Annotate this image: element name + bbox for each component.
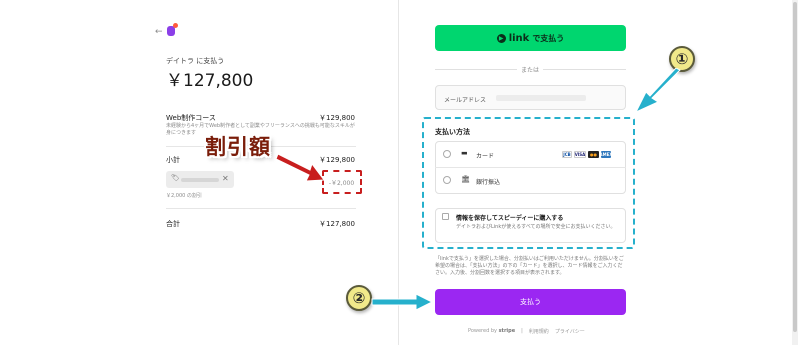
- subtotal-label: 小計: [166, 156, 180, 164]
- link-logo-icon: ▶: [496, 33, 506, 43]
- line-item-price: ￥129,800: [319, 114, 355, 122]
- pay-to-label: デイトラ に支払う: [166, 57, 225, 65]
- mastercard-logo-icon: ●●: [588, 151, 599, 158]
- back-arrow-icon[interactable]: ←: [155, 27, 163, 37]
- link-pay-button[interactable]: ▶ link で支払う: [435, 25, 626, 51]
- email-field[interactable]: メールアドレス: [435, 85, 626, 110]
- email-value-redacted: [496, 95, 586, 101]
- line-item-name: Web制作コース: [166, 114, 216, 122]
- scrollbar-thumb[interactable]: [793, 2, 797, 332]
- terms-link[interactable]: 利用規約: [529, 328, 549, 335]
- coupon-code-redacted: [181, 178, 219, 182]
- save-info-checkbox[interactable]: [442, 213, 449, 220]
- divider: [166, 208, 356, 209]
- cyan-arrow-icon: [634, 68, 681, 114]
- step-2-badge: ②: [346, 285, 372, 311]
- tag-icon: 🏷: [171, 174, 180, 182]
- save-info-title: 情報を保存してスピーディーに購入する: [456, 215, 564, 222]
- powered-by-label: Powered by stripe: [468, 328, 516, 334]
- total-price: ￥127,800: [319, 220, 355, 228]
- bank-icon: 🏛: [461, 175, 470, 183]
- bank-radio[interactable]: [443, 176, 451, 184]
- card-icon: ▬: [461, 149, 468, 157]
- link-pay-label: で支払う: [532, 33, 565, 43]
- email-label: メールアドレス: [444, 97, 487, 104]
- coupon-chip: 🏷 ✕: [166, 171, 234, 188]
- pay-button[interactable]: 支払う: [435, 289, 626, 315]
- remove-coupon-icon[interactable]: ✕: [222, 174, 229, 183]
- footer: Powered by stripe | 利用規約 プライバシー: [468, 328, 585, 335]
- card-label: カード: [476, 153, 495, 160]
- discount-value: -￥2,000: [328, 180, 355, 187]
- merchant-logo-icon: [167, 23, 178, 36]
- cyan-arrow-icon: [371, 293, 434, 311]
- jcb-logo-icon: JCB: [562, 151, 572, 158]
- amex-logo-icon: AMEX: [599, 151, 613, 158]
- divider: [435, 167, 626, 168]
- stripe-brand: stripe: [498, 328, 516, 334]
- bank-label: 銀行振込: [476, 179, 501, 186]
- red-arrow-icon: [276, 153, 325, 182]
- installment-note: 「linkで支払う」を選択した場合、分割払いはご利用いただけません。分割払いをご…: [435, 256, 624, 276]
- link-brand-label: link: [508, 32, 530, 44]
- card-brand-logos: JCB VISA ●● AMEX: [562, 151, 613, 158]
- card-radio[interactable]: [443, 150, 451, 158]
- visa-logo-icon: VISA: [574, 151, 586, 158]
- footer-separator: |: [521, 328, 523, 334]
- total-amount: ￥127,800: [166, 71, 254, 91]
- or-separator: または: [520, 67, 539, 74]
- coupon-discount-note: ￥2,000 の割引: [166, 193, 202, 199]
- payment-method-title: 支払い方法: [435, 128, 470, 136]
- save-info-description: デイトラおよびLinkが使えるすべての場所で安全にお支払いください。: [456, 224, 616, 230]
- discount-annotation-label: 割引額: [205, 135, 271, 159]
- divider: [435, 69, 517, 70]
- total-label: 合計: [166, 220, 180, 228]
- divider: [543, 69, 626, 70]
- privacy-link[interactable]: プライバシー: [555, 328, 585, 335]
